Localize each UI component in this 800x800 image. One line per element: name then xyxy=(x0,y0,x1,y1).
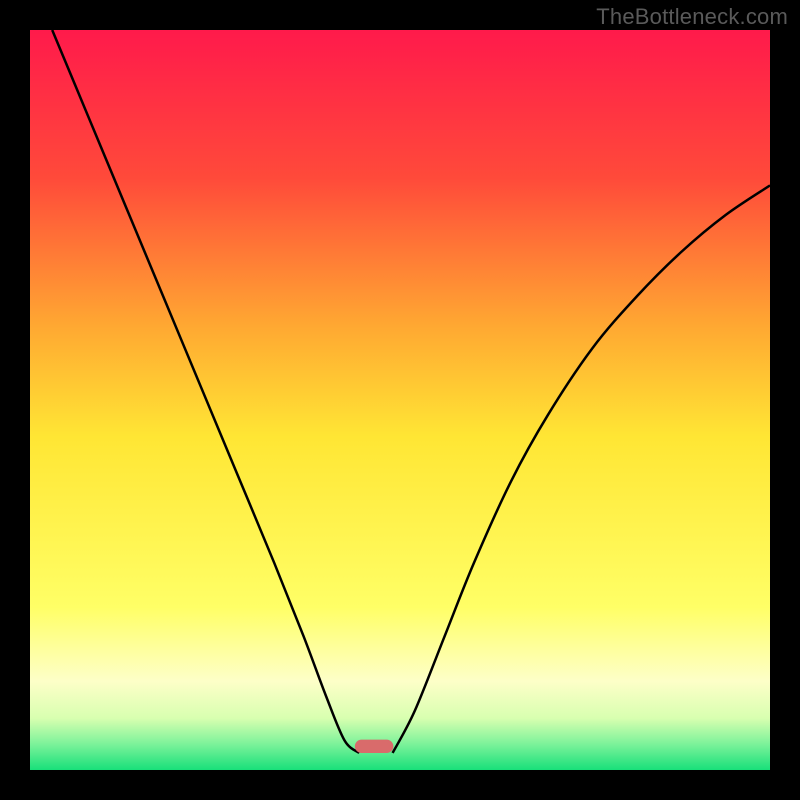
plot-area xyxy=(30,30,770,770)
watermark-text: TheBottleneck.com xyxy=(596,4,788,30)
gradient-background xyxy=(30,30,770,770)
minimum-marker xyxy=(355,740,393,753)
bottleneck-chart xyxy=(30,30,770,770)
